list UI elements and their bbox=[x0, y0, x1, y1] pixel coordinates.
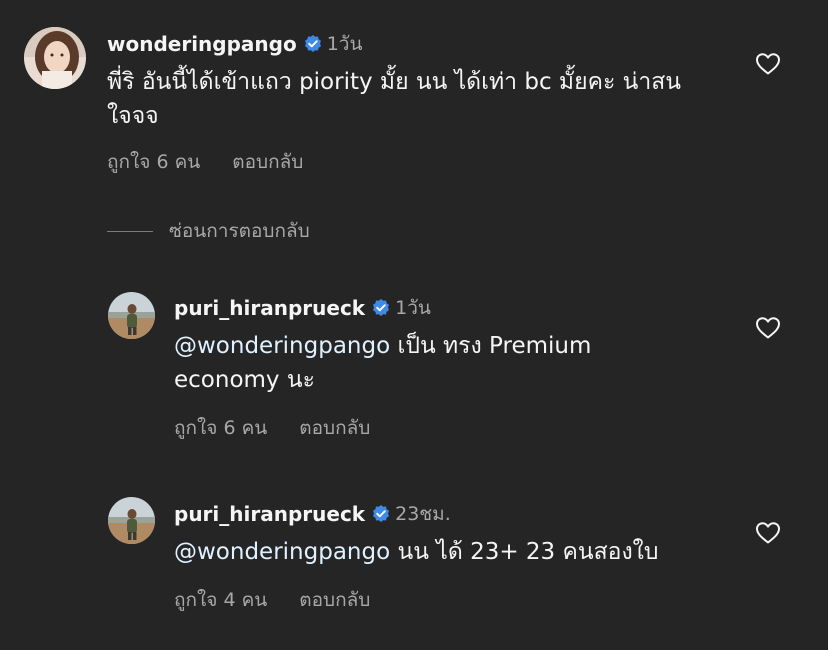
verified-badge-icon bbox=[371, 298, 391, 318]
comment-text-line: ใจจจ bbox=[107, 103, 159, 129]
avatar[interactable] bbox=[108, 292, 155, 339]
comment-text: @wonderingpango นน ได้ 23+ 23 คนสองใบ bbox=[174, 535, 734, 569]
username[interactable]: puri_hiranprueck bbox=[174, 296, 365, 320]
heart-outline-icon[interactable] bbox=[755, 316, 781, 340]
comment-text-line: economy นะ bbox=[174, 367, 315, 393]
reply-button[interactable]: ตอบกลับ bbox=[299, 585, 370, 615]
comment-header: puri_hiranprueck 23ชม. bbox=[174, 499, 451, 529]
heart-outline-icon[interactable] bbox=[755, 52, 781, 76]
verified-badge-icon bbox=[303, 34, 323, 54]
comment-text-fragment: เป็น ทรง Premium bbox=[390, 333, 592, 359]
likes-count[interactable]: ถูกใจ 4 คน bbox=[174, 585, 267, 615]
username[interactable]: puri_hiranprueck bbox=[174, 502, 365, 526]
heart-outline-icon[interactable] bbox=[755, 521, 781, 545]
comment-actions: ถูกใจ 6 คน ตอบกลับ bbox=[174, 413, 370, 443]
hide-replies-button[interactable]: ซ่อนการตอบกลับ bbox=[107, 216, 310, 246]
hide-replies-label: ซ่อนการตอบกลับ bbox=[169, 220, 310, 242]
avatar[interactable] bbox=[24, 27, 86, 89]
mention-link[interactable]: @wonderingpango bbox=[174, 539, 390, 565]
username[interactable]: wonderingpango bbox=[107, 32, 297, 56]
mention-link[interactable]: @wonderingpango bbox=[174, 333, 390, 359]
likes-count[interactable]: ถูกใจ 6 คน bbox=[107, 147, 200, 177]
comment-actions: ถูกใจ 6 คน ตอบกลับ bbox=[107, 147, 303, 177]
reply-button[interactable]: ตอบกลับ bbox=[232, 147, 303, 177]
comment-text-line: @wonderingpango เป็น ทรง Premium bbox=[174, 329, 734, 363]
comment-header: puri_hiranprueck 1วัน bbox=[174, 293, 431, 323]
comment-text: พี่ริ อันนี้ได้เข้าแถว piority มั้ย นน ไ… bbox=[107, 65, 787, 133]
timestamp: 1วัน bbox=[395, 297, 431, 319]
comment-text: @wonderingpango เป็น ทรง Premium economy… bbox=[174, 329, 734, 397]
divider bbox=[107, 230, 153, 232]
comment-actions: ถูกใจ 4 คน ตอบกลับ bbox=[174, 585, 370, 615]
timestamp: 1วัน bbox=[326, 33, 363, 55]
reply-button[interactable]: ตอบกลับ bbox=[299, 413, 370, 443]
comment-text-fragment: นน ได้ 23+ 23 คนสองใบ bbox=[390, 539, 659, 565]
comment-text-line: พี่ริ อันนี้ได้เข้าแถว piority มั้ย นน ไ… bbox=[107, 69, 682, 95]
verified-badge-icon bbox=[371, 504, 391, 524]
avatar[interactable] bbox=[108, 497, 155, 544]
likes-count[interactable]: ถูกใจ 6 คน bbox=[174, 413, 267, 443]
comment-text-line: @wonderingpango นน ได้ 23+ 23 คนสองใบ bbox=[174, 535, 734, 569]
comment-header: wonderingpango 1วัน bbox=[107, 29, 362, 59]
timestamp: 23ชม. bbox=[395, 503, 451, 525]
